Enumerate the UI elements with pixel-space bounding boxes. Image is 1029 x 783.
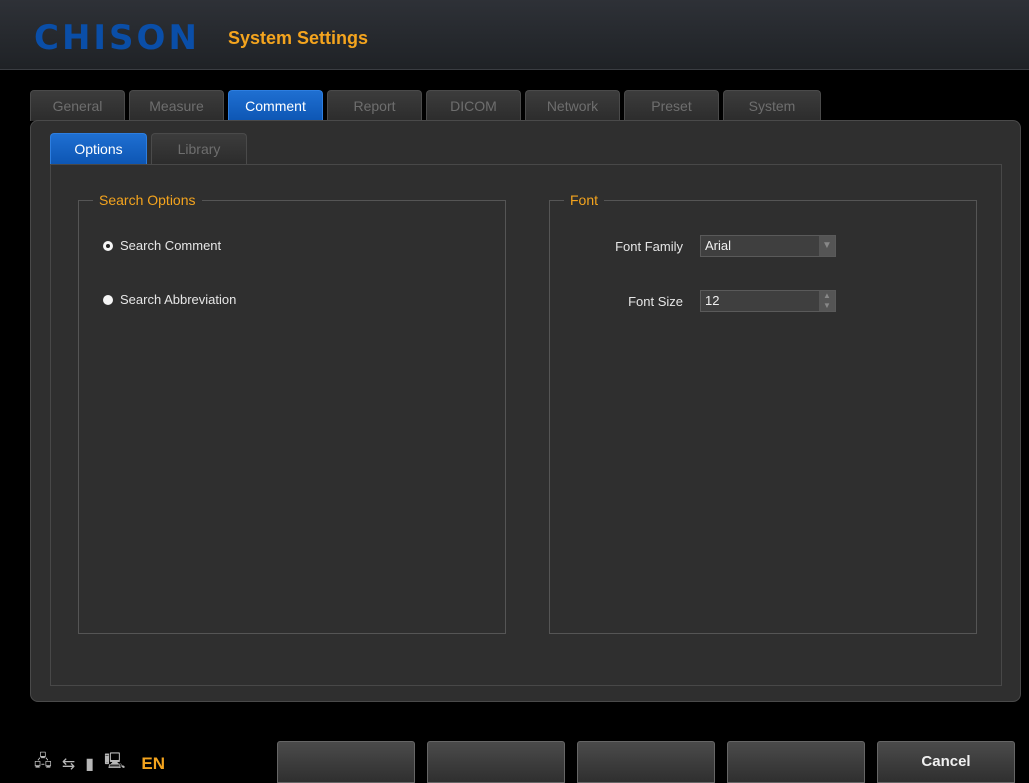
language-indicator[interactable]: EN (141, 754, 165, 774)
font-title: Font (564, 191, 605, 209)
tab-general[interactable]: General (30, 90, 125, 121)
radio-checked-icon (103, 240, 113, 251)
storage-icon: ▮ (85, 755, 95, 773)
font-family-dropdown[interactable]: Arial ▼ (700, 235, 836, 257)
search-abbreviation-label: Search Abbreviation (120, 292, 237, 307)
cancel-button[interactable]: Cancel (877, 741, 1015, 783)
network-disconnected-icon: 🖧 (34, 753, 52, 770)
softkey-1[interactable] (277, 741, 415, 783)
tab-report[interactable]: Report (327, 90, 422, 121)
search-abbreviation-radio[interactable]: Search Abbreviation (103, 292, 236, 307)
tab-network[interactable]: Network (525, 90, 620, 121)
spin-buttons[interactable]: ▲ ▼ (819, 291, 835, 311)
chison-logo: CHISON (34, 18, 200, 58)
search-options-group: Search Options Search Comment Search Abb… (78, 191, 506, 634)
softkey-3[interactable] (577, 741, 715, 783)
tab-dicom[interactable]: DICOM (426, 90, 521, 121)
title-bar: CHISON System Settings (0, 0, 1029, 70)
softkey-4[interactable] (727, 741, 865, 783)
tab-preset[interactable]: Preset (624, 90, 719, 121)
font-size-value: 12 (705, 293, 720, 308)
subtab-options[interactable]: Options (50, 133, 147, 164)
tab-measure[interactable]: Measure (129, 90, 224, 121)
search-options-title: Search Options (93, 191, 202, 209)
font-size-label: Font Size (628, 294, 683, 309)
options-content: Search Options Search Comment Search Abb… (50, 164, 1002, 686)
font-family-label: Font Family (615, 239, 683, 254)
search-comment-radio[interactable]: Search Comment (103, 238, 221, 253)
tab-comment[interactable]: Comment (228, 90, 323, 121)
page-title: System Settings (228, 28, 369, 48)
font-group: Font Font Family Arial ▼ Font Size 12 ▲ … (549, 191, 977, 634)
chevron-down-icon[interactable]: ▼ (819, 236, 835, 256)
chevron-up-icon[interactable]: ▲ (819, 291, 835, 301)
network-icon: 🖳 (104, 753, 126, 770)
status-bar: 🖧 ⇆ ▮ 🖳 EN (34, 750, 165, 777)
usb-icon: ⇆ (61, 755, 76, 773)
chevron-down-icon[interactable]: ▼ (819, 301, 835, 311)
softkey-2[interactable] (427, 741, 565, 783)
font-family-value: Arial (705, 238, 732, 253)
subtab-library[interactable]: Library (151, 133, 247, 164)
radio-unchecked-icon (103, 294, 113, 305)
font-size-stepper[interactable]: 12 ▲ ▼ (700, 290, 836, 312)
tab-system[interactable]: System (723, 90, 821, 121)
search-comment-label: Search Comment (120, 238, 222, 253)
